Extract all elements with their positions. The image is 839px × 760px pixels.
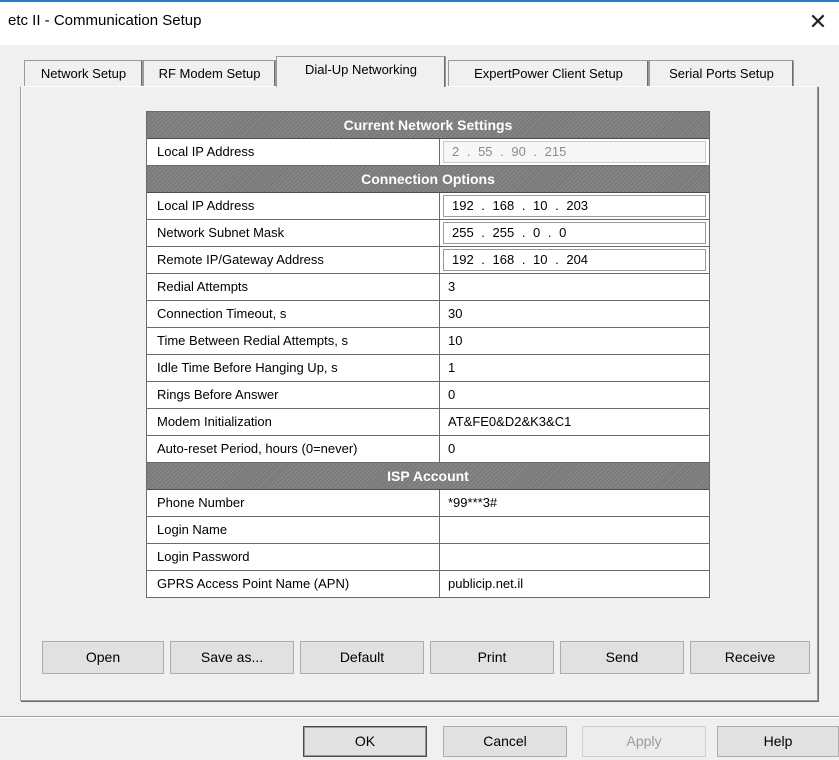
open-button[interactable]: Open — [42, 641, 164, 674]
apply-button[interactable]: Apply — [582, 726, 706, 757]
row-phone-number: Phone Number *99***3# — [147, 490, 709, 517]
section-isp-account: ISP Account — [147, 463, 709, 490]
phone-number-field[interactable]: *99***3# — [440, 490, 709, 516]
row-label: GPRS Access Point Name (APN) — [147, 571, 440, 597]
modem-initialization-field[interactable]: AT&FE0&D2&K3&C1 — [440, 409, 709, 435]
default-button[interactable]: Default — [300, 641, 424, 674]
auto-reset-period-field[interactable]: 0 — [440, 436, 709, 462]
tab-serial-ports-setup[interactable]: Serial Ports Setup — [649, 60, 794, 86]
row-login-name: Login Name — [147, 517, 709, 544]
help-button[interactable]: Help — [717, 726, 839, 757]
tab-rf-modem-setup[interactable]: RF Modem Setup — [143, 60, 276, 86]
apn-field[interactable]: publicip.net.il — [440, 571, 709, 597]
row-label: Phone Number — [147, 490, 440, 516]
tab-expertpower-client-setup[interactable]: ExpertPower Client Setup — [448, 60, 649, 86]
row-label: Auto-reset Period, hours (0=never) — [147, 436, 440, 462]
receive-button[interactable]: Receive — [690, 641, 810, 674]
ok-button[interactable]: OK — [303, 726, 427, 757]
row-label: Network Subnet Mask — [147, 220, 440, 246]
row-subnet-mask: Network Subnet Mask 255 . 255 . 0 . 0 — [147, 220, 709, 247]
redial-interval-field[interactable]: 10 — [440, 328, 709, 354]
local-ip-field[interactable]: 192 . 168 . 10 . 203 — [443, 195, 706, 217]
cancel-button[interactable]: Cancel — [443, 726, 567, 757]
row-modem-initialization: Modem Initialization AT&FE0&D2&K3&C1 — [147, 409, 709, 436]
row-connection-timeout: Connection Timeout, s 30 — [147, 301, 709, 328]
row-label: Idle Time Before Hanging Up, s — [147, 355, 440, 381]
print-button[interactable]: Print — [430, 641, 554, 674]
idle-time-field[interactable]: 1 — [440, 355, 709, 381]
row-label: Redial Attempts — [147, 274, 440, 300]
row-label: Modem Initialization — [147, 409, 440, 435]
rings-before-answer-field[interactable]: 0 — [440, 382, 709, 408]
row-redial-attempts: Redial Attempts 3 — [147, 274, 709, 301]
row-redial-interval: Time Between Redial Attempts, s 10 — [147, 328, 709, 355]
login-name-field[interactable] — [440, 517, 709, 543]
subnet-mask-field[interactable]: 255 . 255 . 0 . 0 — [443, 222, 706, 244]
row-current-local-ip: Local IP Address 2 . 55 . 90 . 215 — [147, 139, 709, 166]
settings-grid: Current Network Settings Local IP Addres… — [146, 111, 710, 598]
row-label: Local IP Address — [147, 193, 440, 219]
row-remote-ip: Remote IP/Gateway Address 192 . 168 . 10… — [147, 247, 709, 274]
row-label: Login Password — [147, 544, 440, 570]
row-idle-time: Idle Time Before Hanging Up, s 1 — [147, 355, 709, 382]
row-label: Login Name — [147, 517, 440, 543]
row-label: Local IP Address — [147, 139, 440, 165]
tab-dial-up-networking[interactable]: Dial-Up Networking — [276, 56, 446, 87]
row-rings-before-answer: Rings Before Answer 0 — [147, 382, 709, 409]
current-local-ip-field: 2 . 55 . 90 . 215 — [443, 141, 706, 163]
close-icon[interactable]: ✕ — [803, 8, 833, 36]
redial-attempts-field[interactable]: 3 — [440, 274, 709, 300]
send-button[interactable]: Send — [560, 641, 684, 674]
window-title: etc II - Communication Setup — [8, 12, 202, 29]
row-label: Connection Timeout, s — [147, 301, 440, 327]
connection-timeout-field[interactable]: 30 — [440, 301, 709, 327]
title-bar: etc II - Communication Setup ✕ — [0, 0, 839, 45]
action-button-row: Open Save as... Default Print Send Recei… — [42, 641, 810, 674]
row-label: Remote IP/Gateway Address — [147, 247, 440, 273]
save-as-button[interactable]: Save as... — [170, 641, 294, 674]
row-label: Time Between Redial Attempts, s — [147, 328, 440, 354]
divider-highlight — [0, 717, 839, 718]
row-auto-reset-period: Auto-reset Period, hours (0=never) 0 — [147, 436, 709, 463]
section-connection-options: Connection Options — [147, 166, 709, 193]
row-apn: GPRS Access Point Name (APN) publicip.ne… — [147, 571, 709, 597]
row-login-password: Login Password — [147, 544, 709, 571]
row-local-ip: Local IP Address 192 . 168 . 10 . 203 — [147, 193, 709, 220]
row-label: Rings Before Answer — [147, 382, 440, 408]
tab-network-setup[interactable]: Network Setup — [24, 60, 143, 86]
section-current-network-settings: Current Network Settings — [147, 112, 709, 139]
remote-ip-field[interactable]: 192 . 168 . 10 . 204 — [443, 249, 706, 271]
login-password-field[interactable] — [440, 544, 709, 570]
